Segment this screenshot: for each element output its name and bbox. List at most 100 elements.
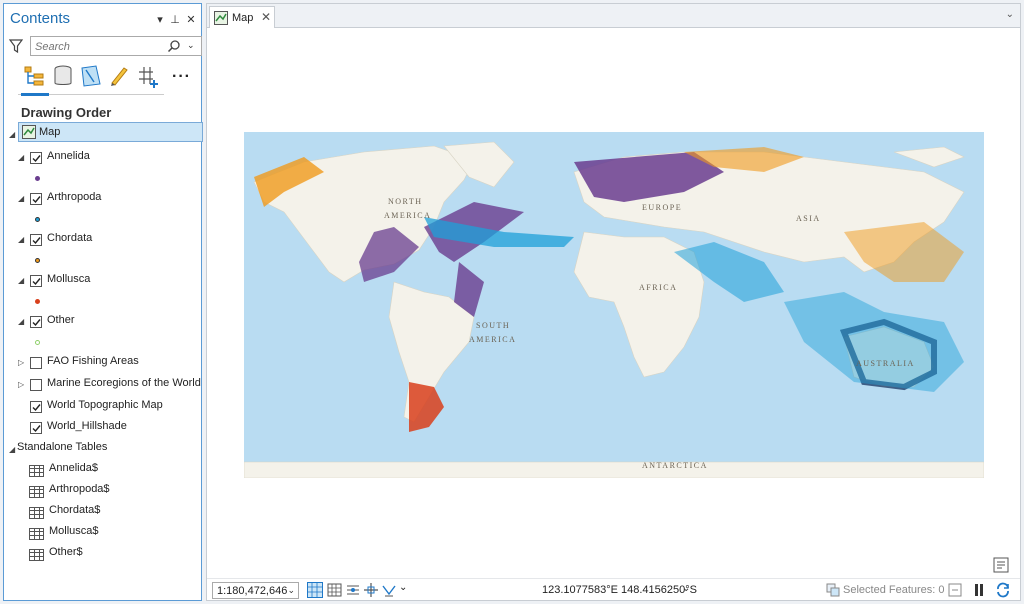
map-label-europe: EUROPE [642, 203, 682, 212]
layer-checkbox[interactable] [30, 316, 42, 328]
chevron-down-icon: ⌄ [287, 585, 295, 595]
contents-pane: Contents ▾ ⊥ ✕ ⌄ ··· Drawing Order Map ◢ [3, 3, 203, 601]
map-view: Map ✕ ⌄ NORTH AMERICA SOUTH AMERICA EURO… [206, 3, 1021, 601]
layer-checkbox[interactable] [30, 193, 42, 205]
collapse-icon[interactable]: ◢ [18, 236, 26, 244]
search-icon[interactable] [167, 39, 181, 53]
list-by-source-icon[interactable] [51, 64, 75, 88]
map-label-australia: AUSTRALIA [856, 359, 915, 368]
refresh-icon[interactable] [995, 582, 1011, 598]
layer-checkbox[interactable] [30, 401, 42, 413]
layer-checkbox[interactable] [30, 357, 42, 369]
grid-icon[interactable] [307, 582, 323, 598]
document-tab-bar: Map ✕ ⌄ [207, 4, 1020, 28]
layer-label: Other [47, 314, 75, 326]
map-canvas[interactable]: NORTH AMERICA SOUTH AMERICA EUROPE ASIA … [244, 132, 984, 478]
chevron-down-icon[interactable]: ⌄ [399, 582, 415, 598]
status-bar: 1:180,472,646 ⌄ ⌄ 123.1077583°E 148.4156… [207, 578, 1020, 600]
tree-item-map[interactable]: Map [18, 122, 203, 142]
list-by-selection-icon[interactable] [79, 64, 103, 88]
table-label: Other$ [49, 546, 83, 558]
map-label-asia: ASIA [796, 214, 821, 223]
collapse-icon[interactable]: ◢ [18, 154, 26, 162]
tab-map[interactable]: Map ✕ [209, 6, 275, 28]
layer-checkbox[interactable] [30, 422, 42, 434]
scale-selector[interactable]: 1:180,472,646 ⌄ [212, 582, 299, 599]
table-icon [29, 549, 44, 561]
table-label: Chordata$ [49, 504, 101, 516]
more-options-icon[interactable]: ··· [172, 68, 196, 92]
contents-title: Contents [10, 10, 71, 27]
layer-label: World_Hillshade [47, 420, 127, 432]
selected-features-icon[interactable] [825, 582, 841, 598]
layer-checkbox[interactable] [30, 234, 42, 246]
table-icon [29, 528, 44, 540]
layer-checkbox[interactable] [30, 379, 42, 391]
map-label-south-america-2: AMERICA [469, 335, 516, 344]
chevron-down-icon[interactable]: ⌄ [1006, 9, 1014, 20]
chevron-down-icon[interactable]: ⌄ [682, 583, 690, 594]
collapse-icon[interactable]: ◢ [18, 318, 26, 326]
list-by-drawing-order-icon[interactable] [22, 64, 46, 88]
collapse-icon[interactable]: ◢ [18, 195, 26, 203]
table-label: Annelida$ [49, 462, 98, 474]
table-icon [29, 465, 44, 477]
close-icon[interactable]: ✕ [185, 13, 197, 26]
collapse-map-icon[interactable]: ◢ [9, 131, 17, 139]
tab-label: Map [232, 12, 254, 24]
refresh-map-icon[interactable] [947, 582, 963, 598]
map-label-north-america: NORTH [388, 197, 423, 206]
list-by-snapping-icon[interactable] [136, 64, 160, 88]
snapping-icon[interactable] [345, 582, 361, 598]
point-symbol-icon[interactable] [35, 340, 40, 345]
map-label-antarctica: ANTARCTICA [642, 461, 708, 470]
point-symbol-icon[interactable] [35, 176, 40, 181]
pause-icon[interactable] [971, 582, 987, 598]
notifications-icon[interactable] [991, 556, 1011, 574]
table-label: Arthropoda$ [49, 483, 110, 495]
search-input[interactable] [35, 39, 165, 54]
table-icon [29, 507, 44, 519]
point-symbol-icon[interactable] [35, 258, 40, 263]
layer-label: FAO Fishing Areas [47, 355, 139, 367]
expand-icon[interactable]: ▷ [18, 359, 26, 367]
scale-value: 1:180,472,646 [217, 585, 288, 597]
point-symbol-icon[interactable] [35, 299, 40, 304]
filter-icon[interactable] [9, 38, 23, 54]
table-icon [29, 486, 44, 498]
layer-label: Mollusca [47, 273, 91, 285]
close-tab-icon[interactable]: ✕ [261, 10, 271, 24]
selected-features-count: Selected Features: 0 [843, 584, 945, 596]
map-label-north-america-2: AMERICA [384, 211, 431, 220]
search-options-icon[interactable]: ⌄ [187, 40, 197, 52]
map-label-africa: AFRICA [639, 283, 677, 292]
layer-label: Annelida [47, 150, 90, 162]
collapse-icon[interactable]: ◢ [18, 277, 26, 285]
layer-checkbox[interactable] [30, 152, 42, 164]
correction-icon[interactable] [381, 582, 397, 598]
table-label: Mollusca$ [49, 525, 99, 537]
layer-checkbox[interactable] [30, 275, 42, 287]
map-icon [22, 125, 36, 139]
collapse-icon[interactable]: ◢ [9, 446, 17, 454]
map-icon [214, 11, 228, 25]
drawing-order-heading: Drawing Order [21, 105, 112, 120]
search-box: ⌄ [30, 36, 202, 56]
map-label-south-america: SOUTH [476, 321, 510, 330]
crosshair-icon[interactable] [363, 582, 379, 598]
layer-label: Arthropoda [47, 191, 102, 203]
list-by-editing-icon[interactable] [107, 64, 131, 88]
layer-label: World Topographic Map [47, 399, 163, 411]
contents-toolbar: ··· [18, 64, 198, 92]
point-symbol-icon[interactable] [35, 217, 40, 222]
layer-label: Marine Ecoregions of the World [47, 377, 201, 389]
pane-options-icon[interactable]: ▾ [154, 13, 166, 26]
map-label: Map [39, 126, 61, 138]
active-tab-indicator [21, 93, 49, 96]
coordinate-readout: 123.1077583°E 148.4156250°S [542, 584, 697, 596]
standalone-tables-label: Standalone Tables [17, 441, 108, 453]
expand-icon[interactable]: ▷ [18, 381, 26, 389]
table-grid-icon[interactable] [327, 582, 343, 598]
pin-icon[interactable]: ⊥ [169, 13, 181, 26]
layer-label: Chordata [47, 232, 93, 244]
